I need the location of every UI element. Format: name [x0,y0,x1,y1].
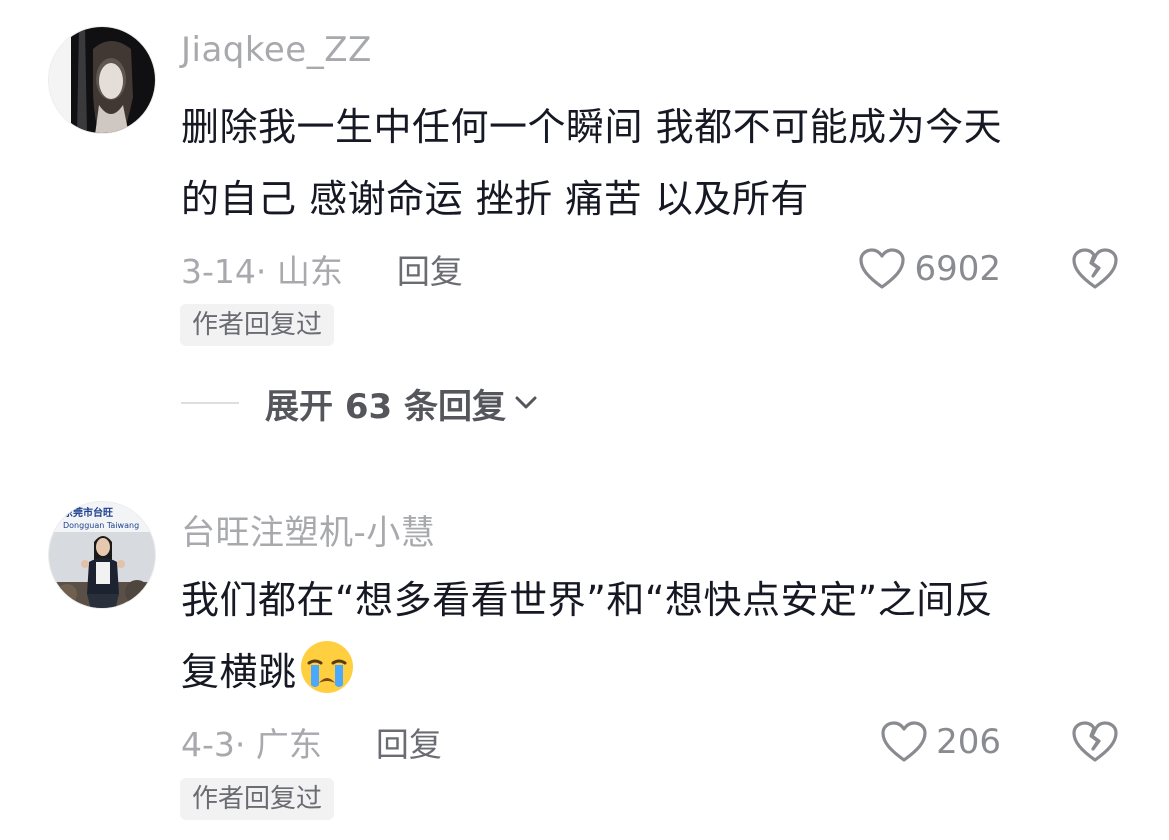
date-location: 4-3· 广东 [181,725,322,764]
chevron-down-icon [514,395,538,411]
comment-text: 我们都在“想多看看世界”和“想快点安定”之间反 复横跳 [181,564,1131,708]
username[interactable]: Jiaqkee_ZZ [181,30,372,70]
like-button[interactable]: 6902 [858,244,1001,294]
comment-text-line: 删除我一生中任何一个瞬间 我都不可能成为今天 [181,105,1003,149]
reply-button[interactable]: 回复 [376,718,442,766]
heart-outline-icon [881,721,927,762]
expand-replies-label: 展开 63 条回复 [265,386,506,427]
broken-heart-icon [1072,721,1118,762]
comment-meta: 3-14· 山东 回复 [181,244,463,294]
comment-meta: 4-3· 广东 回复 [181,717,442,767]
crying-face-emoji-icon [300,641,353,693]
author-replied-badge: 作者回复过 [180,778,335,820]
author-replied-badge: 作者回复过 [180,304,335,346]
divider [181,402,239,404]
dislike-button[interactable] [1071,717,1119,767]
svg-text:Dongguan Taiwang: Dongguan Taiwang [63,521,139,530]
comment-text: 删除我一生中任何一个瞬间 我都不可能成为今天 的自己 感谢命运 挫折 痛苦 以及… [181,91,1131,235]
like-button[interactable]: 206 [880,717,1001,767]
svg-text:东莞市台旺: 东莞市台旺 [63,506,113,519]
comment-text-line: 复横跳 [181,636,1131,708]
avatar[interactable]: 东莞市台旺 Dongguan Taiwang [48,501,156,609]
like-count: 6902 [914,249,1001,289]
reply-button[interactable]: 回复 [397,245,463,293]
date-location: 3-14· 山东 [181,252,343,291]
like-count: 206 [936,722,1001,762]
heart-outline-icon [859,248,906,289]
avatar[interactable] [48,26,156,134]
broken-heart-icon [1072,248,1118,289]
dislike-button[interactable] [1071,244,1119,294]
comment-text-segment: 复横跳 [181,650,297,694]
comment-text-line: 的自己 感谢命运 挫折 痛苦 以及所有 [181,177,809,221]
expand-replies-button[interactable]: 展开 63 条回复 [181,378,538,428]
username[interactable]: 台旺注塑机-小慧 [181,505,435,554]
comment-text-line: 我们都在“想多看看世界”和“想快点安定”之间反 [181,578,994,622]
